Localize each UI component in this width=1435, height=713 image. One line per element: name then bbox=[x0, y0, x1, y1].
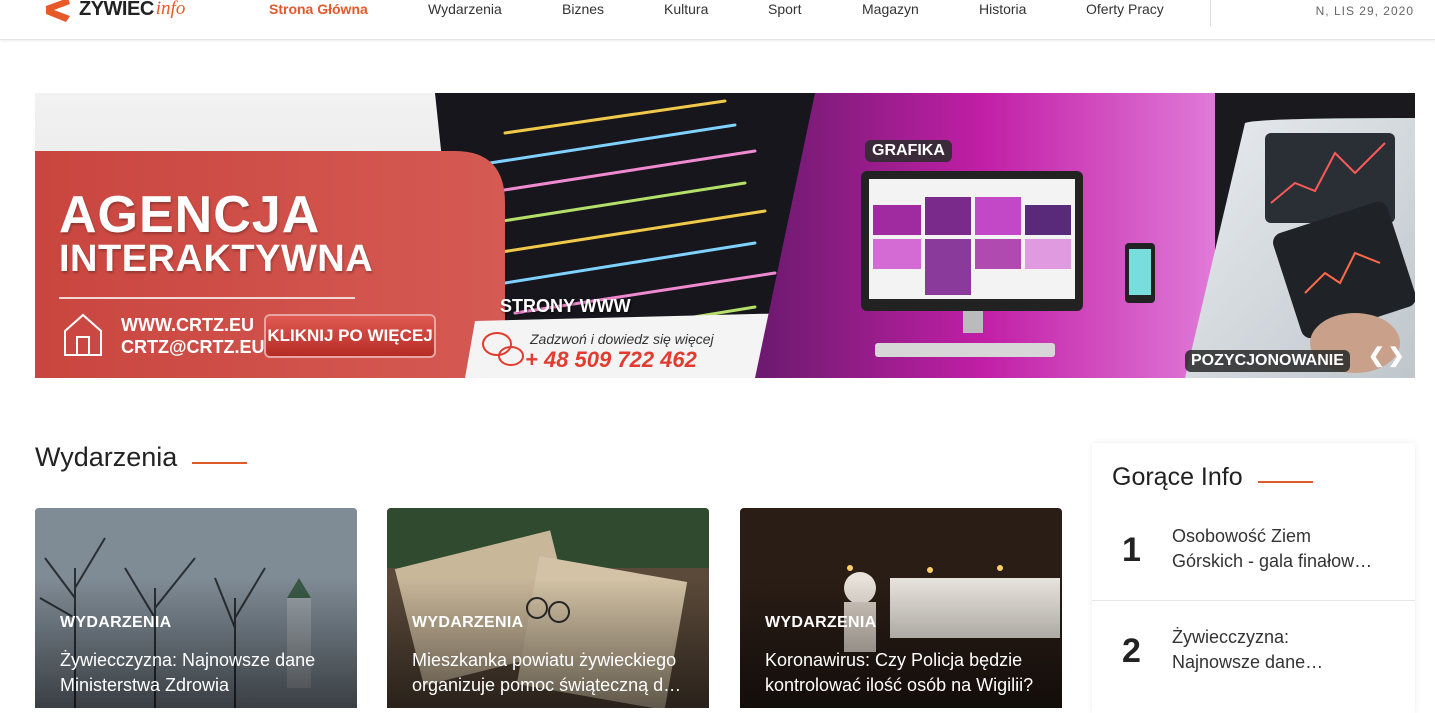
banner-url: WWW.CRTZ.EU bbox=[121, 315, 254, 335]
top-navbar: ŻYWIEC info Strona Główna Wydarzenia Biz… bbox=[0, 0, 1435, 40]
hot-info-title[interactable]: Żywiecczyzna: Najnowsze dane… bbox=[1172, 625, 1382, 675]
section-title-wydarzenia: Wydarzenia bbox=[35, 442, 178, 472]
hot-info-item[interactable]: 2 Żywiecczyzna: Najnowsze dane… bbox=[1092, 612, 1415, 712]
ad-banner[interactable]: AGENCJA INTERAKTYWNA WWW.CRTZ.EU CRTZ@CR… bbox=[35, 93, 1415, 378]
banner-cta-button[interactable]: KLIKNIJ PO WIĘCEJ bbox=[264, 314, 436, 358]
nav-oferty-pracy[interactable]: Oferty Pracy bbox=[1086, 1, 1164, 17]
chevron-left-icon[interactable]: ❮ bbox=[1368, 345, 1385, 367]
nav-sport[interactable]: Sport bbox=[768, 1, 801, 17]
nav-kultura[interactable]: Kultura bbox=[664, 1, 708, 17]
card-category[interactable]: WYDARZENIA bbox=[412, 614, 523, 632]
hot-info-rank: 2 bbox=[1122, 632, 1141, 670]
banner-pozycjonowanie-label: POZYCJONOWANIE bbox=[1185, 350, 1350, 372]
current-date: N, LIS 29, 2020 bbox=[1315, 4, 1414, 18]
banner-call-text: Zadzwoń i dowiedz się więcej bbox=[530, 331, 714, 347]
banner-www-label: STRONY WWW bbox=[500, 296, 631, 316]
logo-mark-icon bbox=[44, 0, 74, 22]
card-title[interactable]: Mieszkanka powiatu żywieckiego organizuj… bbox=[412, 648, 697, 698]
banner-grafika-label: GRAFIKA bbox=[865, 140, 952, 162]
logo-word: ŻYWIEC bbox=[79, 0, 154, 20]
banner-title-2: INTERAKTYWNA bbox=[59, 238, 374, 280]
card-category[interactable]: WYDARZENIA bbox=[765, 614, 876, 632]
hot-info-divider bbox=[1092, 600, 1415, 601]
news-card[interactable]: WYDARZENIA Koronawirus: Czy Policja będz… bbox=[740, 508, 1062, 708]
hot-info-widget: Gorące Info 1 Osobowość Ziem Górskich - … bbox=[1092, 443, 1415, 713]
section-title-underline bbox=[192, 462, 247, 464]
nav-strona-glowna[interactable]: Strona Główna bbox=[269, 1, 368, 17]
nav-magazyn[interactable]: Magazyn bbox=[862, 1, 919, 17]
card-title[interactable]: Żywiecczyzna: Najnowsze dane Ministerstw… bbox=[60, 648, 345, 698]
nav-divider bbox=[1210, 0, 1211, 26]
banner-arrows: ❮ ❯ bbox=[1368, 343, 1408, 368]
section-title-underline bbox=[1258, 481, 1313, 483]
banner-email: CRTZ@CRTZ.EU bbox=[121, 337, 265, 357]
card-category[interactable]: WYDARZENIA bbox=[60, 614, 171, 632]
nav-historia[interactable]: Historia bbox=[979, 1, 1026, 17]
hot-info-title[interactable]: Osobowość Ziem Górskich - gala finałow… bbox=[1172, 524, 1382, 574]
banner-title-1: AGENCJA bbox=[59, 186, 321, 244]
hot-info-rank: 1 bbox=[1122, 531, 1141, 569]
chevron-right-icon[interactable]: ❯ bbox=[1388, 345, 1405, 367]
news-card[interactable]: WYDARZENIA Żywiecczyzna: Najnowsze dane … bbox=[35, 508, 357, 708]
news-card[interactable]: WYDARZENIA Mieszkanka powiatu żywieckieg… bbox=[387, 508, 709, 708]
hot-info-item[interactable]: 1 Osobowość Ziem Górskich - gala finałow… bbox=[1092, 511, 1415, 611]
site-logo[interactable]: ŻYWIEC info bbox=[44, 0, 185, 24]
nav-biznes[interactable]: Biznes bbox=[562, 1, 604, 17]
logo-info: info bbox=[155, 0, 186, 19]
section-title-gorace-info: Gorące Info bbox=[1112, 463, 1243, 491]
nav-wydarzenia[interactable]: Wydarzenia bbox=[428, 1, 502, 17]
banner-phone: + 48 509 722 462 bbox=[525, 347, 697, 372]
card-title[interactable]: Koronawirus: Czy Policja będzie kontrolo… bbox=[765, 648, 1050, 698]
